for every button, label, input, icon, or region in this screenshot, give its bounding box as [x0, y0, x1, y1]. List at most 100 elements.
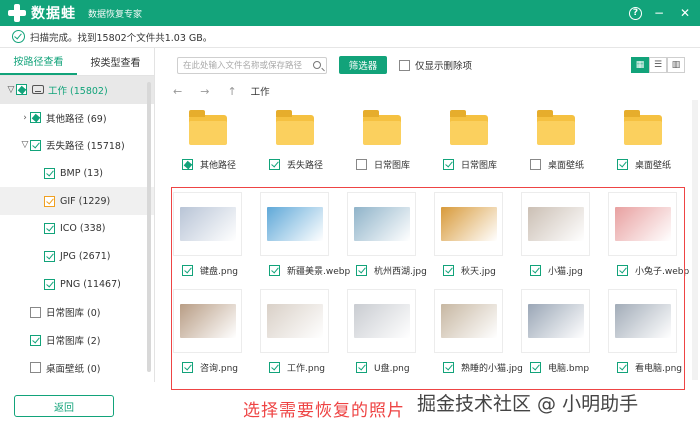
file-checkbox[interactable]: [530, 362, 541, 373]
tree-item-label: 日常图库 (2): [46, 336, 101, 348]
content-scrollbar[interactable]: [692, 100, 698, 380]
tree-item[interactable]: 日常图库 (2): [0, 326, 154, 354]
file-item[interactable]: 键盘.png: [164, 192, 251, 289]
tree-item[interactable]: GIF (1229): [0, 187, 154, 215]
tree-item-checkbox[interactable]: [44, 278, 55, 290]
tree-item[interactable]: 日常图库 (0): [0, 298, 154, 326]
deleted-only-toggle[interactable]: 仅显示删除项: [399, 58, 472, 72]
file-thumb: [260, 289, 329, 353]
tree-item[interactable]: ▽ 工作 (15802): [0, 76, 154, 104]
file-label: 键盘.png: [200, 267, 238, 277]
file-item[interactable]: 工作.png: [251, 289, 338, 386]
file-checkbox[interactable]: [617, 265, 628, 276]
deleted-only-label: 仅显示删除项: [415, 61, 473, 72]
file-thumb: [173, 289, 242, 353]
tree-item-checkbox[interactable]: [16, 84, 27, 96]
file-item[interactable]: 看电脑.png: [599, 289, 686, 386]
file-label: 咨询.png: [200, 364, 238, 374]
search-icon[interactable]: [313, 60, 321, 69]
tab-by-type[interactable]: 按类型查看: [77, 48, 154, 75]
folder-checkbox[interactable]: [443, 159, 454, 170]
folder-thumb: [521, 100, 590, 152]
tree-item-checkbox[interactable]: [44, 223, 55, 235]
app-window: 数据蛙 数据恢复专家 ? − ✕ 扫描完成。找到15802个文件共1.03 GB…: [0, 0, 700, 427]
nav-up-icon[interactable]: ↑: [227, 85, 236, 98]
rabbit-photo: [614, 207, 671, 241]
search-placeholder: 在此处输入文件名称或保存路径: [183, 61, 303, 71]
file-checkbox[interactable]: [443, 362, 454, 373]
consult-photo: [179, 304, 236, 338]
tree-item-checkbox[interactable]: [44, 251, 55, 263]
file-checkbox[interactable]: [269, 362, 280, 373]
file-item[interactable]: 熟睡的小猫.jpg: [425, 289, 523, 386]
deleted-only-checkbox[interactable]: [399, 59, 410, 71]
file-item[interactable]: 咨询.png: [164, 289, 251, 386]
tree-item-checkbox[interactable]: [30, 112, 41, 124]
folder-label: 其他路径: [200, 161, 237, 171]
tree-item[interactable]: BMP (13): [0, 159, 154, 187]
tab-by-path[interactable]: 按路径查看: [0, 48, 77, 75]
list-view-icon[interactable]: ☰: [649, 57, 667, 73]
folder-icon: [362, 110, 401, 145]
tree-item[interactable]: PNG (11467): [0, 271, 154, 299]
nav-forward-icon[interactable]: →: [200, 85, 209, 98]
folder-checkbox[interactable]: [530, 159, 541, 170]
tree-item-checkbox[interactable]: [30, 362, 41, 374]
tree-item[interactable]: › 其他路径 (69): [0, 104, 154, 132]
file-label: 看电脑.png: [635, 364, 682, 374]
search-input[interactable]: 在此处输入文件名称或保存路径: [177, 56, 327, 74]
tree-item-checkbox[interactable]: [44, 167, 55, 179]
help-icon[interactable]: ?: [629, 6, 642, 20]
file-checkbox[interactable]: [443, 265, 454, 276]
file-item[interactable]: 小兔子.webp: [599, 192, 689, 289]
file-checkbox[interactable]: [530, 265, 541, 276]
sidebar-scrollbar[interactable]: [147, 82, 151, 372]
tree-item-checkbox[interactable]: [30, 334, 41, 346]
tree-item[interactable]: 桌面壁纸 (0): [0, 354, 154, 382]
chevron-icon[interactable]: ▽: [20, 140, 30, 150]
chevron-icon[interactable]: ▽: [6, 85, 16, 95]
filter-button[interactable]: 筛选器: [339, 56, 387, 74]
file-item[interactable]: 秋天.jpg: [425, 192, 512, 289]
tree-item-checkbox[interactable]: [30, 139, 41, 151]
grid-view-icon[interactable]: ▦: [631, 57, 649, 73]
detail-view-icon[interactable]: ▥: [667, 57, 685, 73]
folder-checkbox[interactable]: [617, 159, 628, 170]
file-grid: 其他路径 丢失路径 日常图库 日常图库 桌面壁纸 桌面壁纸 键盘.png 新疆美景.webp 杭…: [155, 100, 700, 390]
tree-item-label: JPG (2671): [60, 251, 111, 263]
close-icon[interactable]: ✕: [676, 4, 694, 22]
file-checkbox[interactable]: [182, 265, 193, 276]
folder-checkbox[interactable]: [356, 159, 367, 170]
file-item[interactable]: U盘.png: [338, 289, 425, 386]
back-button[interactable]: 返回: [14, 395, 114, 417]
file-checkbox[interactable]: [356, 265, 367, 276]
title-bar: 数据蛙 数据恢复专家 ? − ✕: [0, 0, 700, 26]
folder-checkbox[interactable]: [182, 159, 193, 170]
file-item[interactable]: 杭州西湖.jpg: [338, 192, 427, 289]
file-item[interactable]: 新疆美景.webp: [251, 192, 350, 289]
brand-name: 数据蛙: [31, 6, 76, 22]
file-checkbox[interactable]: [356, 362, 367, 373]
tree-item-checkbox[interactable]: [30, 306, 41, 318]
file-item[interactable]: 电脑.bmp: [512, 289, 599, 386]
tree-item[interactable]: ICO (338): [0, 215, 154, 243]
nav-back-icon[interactable]: ←: [173, 85, 182, 98]
tree-item-label: 桌面壁纸 (0): [46, 363, 101, 375]
file-checkbox[interactable]: [182, 362, 193, 373]
file-label: U盘.png: [374, 364, 410, 374]
tree-item[interactable]: JPG (2671): [0, 243, 154, 271]
folder-thumb: [260, 100, 329, 152]
scan-status-text: 扫描完成。找到15802个文件共1.03 GB。: [30, 32, 213, 44]
minimize-icon[interactable]: −: [650, 4, 668, 22]
tree-item[interactable]: ▽ 丢失路径 (15718): [0, 132, 154, 160]
file-item[interactable]: 小猫.jpg: [512, 192, 599, 289]
folder-label: 桌面壁纸: [635, 161, 672, 171]
chevron-icon[interactable]: ›: [20, 113, 30, 123]
laptop-photo: [527, 304, 584, 338]
file-label: 工作.png: [287, 364, 325, 374]
file-checkbox[interactable]: [269, 265, 280, 276]
file-checkbox[interactable]: [617, 362, 628, 373]
folder-checkbox[interactable]: [269, 159, 280, 170]
work-photo: [266, 304, 323, 338]
tree-item-checkbox[interactable]: [44, 195, 55, 207]
